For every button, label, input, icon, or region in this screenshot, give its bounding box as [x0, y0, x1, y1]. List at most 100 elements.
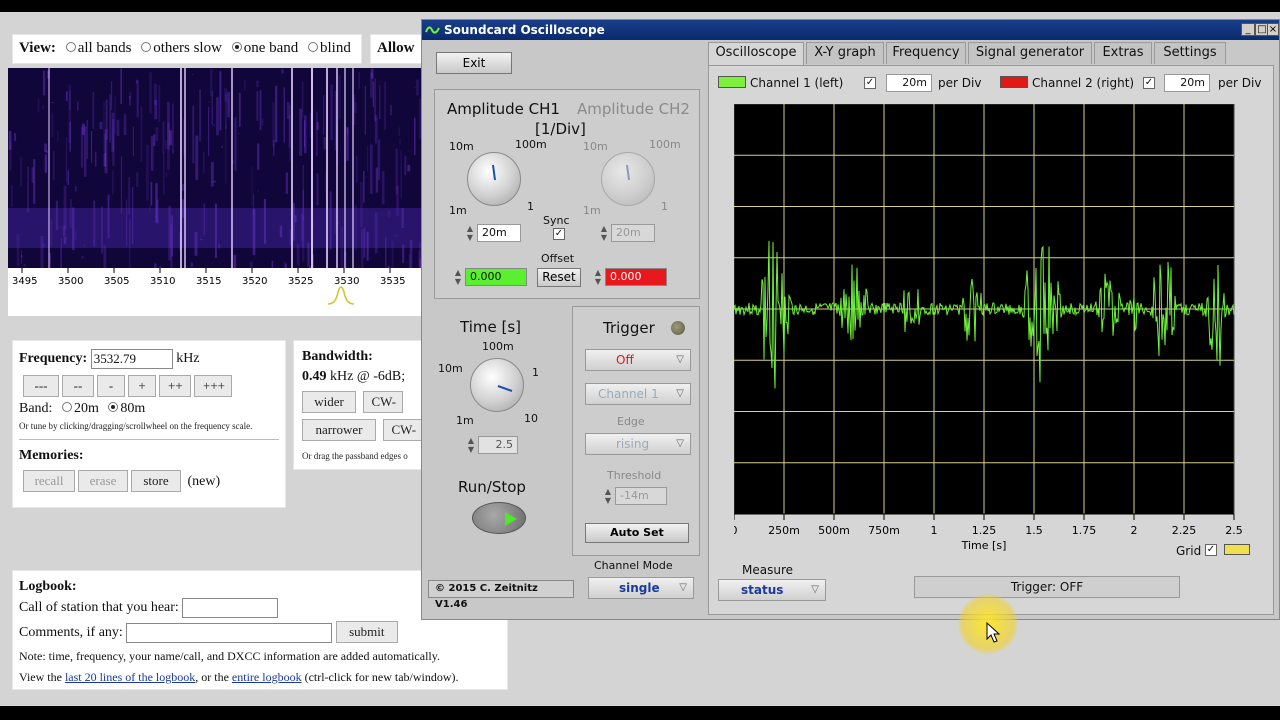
ch1-checkbox[interactable]: ✓ — [864, 77, 876, 89]
step-up-2-button[interactable]: ++ — [159, 375, 191, 397]
waterfall-signal-line — [231, 68, 233, 268]
waterfall-noise — [21, 250, 23, 264]
trigger-channel-dropdown[interactable]: Channel 1 ▽ — [585, 383, 691, 405]
view-radio-all-bands[interactable]: all bands — [60, 40, 131, 56]
entire-logbook-link[interactable]: entire logbook — [232, 670, 302, 684]
sync-checkbox[interactable]: ✓ — [553, 228, 565, 240]
waterfall-noise — [23, 264, 26, 267]
tab-frequency[interactable]: Frequency — [886, 42, 966, 64]
store-button[interactable]: store — [131, 470, 181, 492]
recall-button[interactable]: recall — [23, 470, 75, 492]
waterfall-noise — [354, 102, 357, 114]
waterfall-noise — [330, 84, 333, 140]
waterfall-noise — [150, 136, 154, 171]
comments-label: Comments, if any: — [19, 625, 123, 640]
narrower-button[interactable]: narrower — [302, 419, 376, 441]
step-down-2-button[interactable]: -- — [62, 375, 94, 397]
radio-icon[interactable] — [61, 402, 72, 412]
cw-button-1[interactable]: CW- — [362, 391, 403, 413]
submit-button[interactable]: submit — [335, 621, 398, 643]
ch2-offset-input[interactable]: 0.000 — [605, 268, 667, 286]
waterfall-noise — [251, 166, 253, 206]
ch2-color-swatch[interactable] — [1000, 76, 1028, 88]
view-radio-others-slow[interactable]: others slow — [135, 40, 222, 56]
trigger-status-box: Trigger: OFF — [914, 576, 1180, 598]
ch1-offset-spinner-icon[interactable]: ▲ ▼ — [453, 268, 463, 286]
ch2-checkbox[interactable]: ✓ — [1143, 77, 1155, 89]
x-tick-label: 1 — [931, 524, 938, 537]
channel-mode-label: Channel Mode — [594, 559, 673, 572]
threshold-input[interactable]: -14m — [615, 487, 667, 505]
reset-button[interactable]: Reset — [537, 268, 581, 287]
ch1-amp-input[interactable]: 20m — [477, 224, 521, 242]
ch2-amp-spinner-icon[interactable]: ▲ ▼ — [599, 224, 609, 242]
measure-dropdown[interactable]: status ▽ — [718, 579, 826, 601]
exit-button[interactable]: Exit — [436, 52, 512, 74]
time-knob[interactable] — [470, 358, 524, 412]
trigger-mode-dropdown[interactable]: Off ▽ — [585, 349, 691, 371]
waterfall-noise — [43, 70, 46, 96]
offset-label: Offset — [541, 252, 575, 265]
radio-selected-icon[interactable] — [231, 42, 242, 52]
ch2-offset-spinner-icon[interactable]: ▲ ▼ — [593, 268, 603, 286]
grid-checkbox[interactable]: ✓ — [1205, 544, 1217, 556]
knob1-label-100m: 100m — [515, 138, 547, 151]
waterfall-noise — [238, 92, 241, 127]
frequency-input[interactable]: 3532.79 — [90, 349, 173, 369]
edge-dropdown[interactable]: rising ▽ — [585, 433, 691, 455]
frequency-tick-label: 3510 — [150, 276, 175, 287]
band-radio-20m[interactable]: 20m — [56, 401, 99, 416]
run-stop-button[interactable] — [472, 502, 526, 534]
call-input[interactable] — [182, 598, 279, 618]
tab-oscilloscope[interactable]: Oscilloscope — [708, 42, 804, 66]
time-input[interactable]: 2.5 — [478, 436, 518, 454]
tab-extras[interactable]: Extras — [1094, 42, 1152, 64]
waterfall-noise — [136, 80, 139, 118]
ch2-amp-input[interactable]: 20m — [611, 224, 655, 242]
threshold-spinner-icon[interactable]: ▲ ▼ — [603, 487, 613, 505]
radio-icon[interactable] — [308, 42, 319, 52]
radio-icon[interactable] — [65, 42, 76, 52]
step-up-3-button[interactable]: +++ — [194, 375, 232, 397]
waterfall-noise — [195, 135, 199, 180]
erase-button[interactable]: erase — [78, 470, 128, 492]
ch1-amp-spinner-icon[interactable]: ▲ ▼ — [465, 224, 475, 242]
step-up-1-button[interactable]: + — [128, 375, 156, 397]
radio-icon[interactable] — [141, 42, 152, 52]
step-down-3-button[interactable]: --- — [23, 375, 59, 397]
knob1-label-1m: 1m — [449, 204, 467, 217]
view-radio-one-band[interactable]: one band — [226, 40, 298, 56]
tab-signal-generator[interactable]: Signal generator — [968, 42, 1092, 64]
minimize-icon[interactable]: _ — [1241, 23, 1255, 36]
ch1-color-swatch[interactable] — [718, 76, 746, 88]
ch1-per-div-input[interactable]: 20m — [886, 74, 932, 92]
waterfall-noise — [44, 143, 47, 153]
waterfall-noise — [414, 117, 416, 155]
time-spinner-icon[interactable]: ▲ ▼ — [466, 436, 476, 454]
waterfall-display[interactable]: 3495350035053510351535203525353035353540 — [8, 68, 423, 316]
cw-button-2[interactable]: CW- — [382, 419, 423, 441]
close-icon[interactable]: × — [1267, 23, 1279, 36]
tab-xy-graph[interactable]: X-Y graph — [806, 42, 884, 64]
auto-set-button[interactable]: Auto Set — [585, 523, 689, 543]
window-titlebar[interactable]: Soundcard Oscilloscope _ □ × — [422, 20, 1279, 40]
amplitude-ch1-knob[interactable] — [467, 152, 521, 206]
ch1-offset-input[interactable]: 0.000 — [465, 268, 527, 286]
wider-button[interactable]: wider — [302, 391, 356, 413]
x-tick-label: 1.25 — [972, 524, 997, 537]
amplitude-ch2-knob[interactable] — [601, 152, 655, 206]
oscilloscope-display[interactable]: 0 250m 500m 750m 1 1.25 1.5 1.75 2 2.25 2.5 Time [s… — [734, 104, 1254, 574]
radio-selected-icon[interactable] — [108, 402, 119, 412]
ch2-per-div-input[interactable]: 20m — [1164, 74, 1210, 92]
waterfall-noise — [140, 106, 143, 162]
waterfall-canvas[interactable]: 3495350035053510351535203525353035353540 — [8, 68, 423, 316]
view-radio-blind[interactable]: blind — [302, 40, 351, 56]
grid-color-swatch[interactable] — [1224, 544, 1250, 555]
band-radio-80m[interactable]: 80m — [102, 401, 145, 416]
step-down-1-button[interactable]: - — [97, 375, 125, 397]
frequency-panel: Frequency: 3532.79 kHz --- -- - + ++ +++ Band… — [12, 340, 286, 508]
last-20-lines-link[interactable]: last 20 lines of the logbook — [65, 670, 195, 684]
tab-settings[interactable]: Settings — [1154, 42, 1226, 64]
comments-input[interactable] — [126, 622, 333, 643]
channel-mode-dropdown[interactable]: single ▽ — [588, 577, 694, 599]
